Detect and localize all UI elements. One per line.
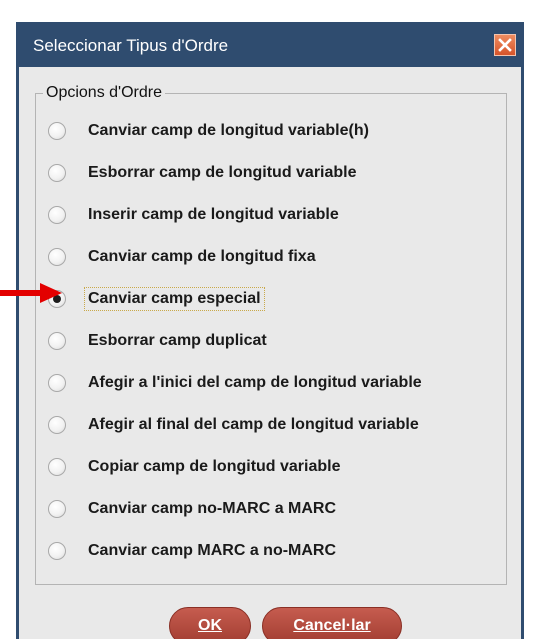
option-insert-variable-field[interactable]: Inserir camp de longitud variable [48, 200, 343, 230]
radio-button[interactable] [48, 542, 66, 560]
group-legend: Opcions d'Ordre [43, 83, 165, 103]
dialog-title: Seleccionar Tipus d'Ordre [33, 36, 229, 55]
option-label: Esborrar camp duplicat [88, 332, 267, 349]
radio-button[interactable] [48, 248, 66, 266]
option-append-variable-field[interactable]: Afegir al final del camp de longitud var… [48, 410, 423, 440]
ok-button[interactable]: OK [169, 607, 251, 639]
radio-button[interactable] [48, 332, 66, 350]
order-type-dialog: Seleccionar Tipus d'Ordre Opcions d'Ordr… [16, 22, 524, 639]
option-label: Canviar camp no-MARC a MARC [88, 500, 337, 517]
option-label: Canviar camp MARC a no-MARC [88, 542, 337, 559]
option-prepend-variable-field[interactable]: Afegir a l'inici del camp de longitud va… [48, 368, 426, 398]
title-bar: Seleccionar Tipus d'Ordre [19, 25, 521, 67]
radio-button[interactable] [48, 122, 66, 140]
option-label: Afegir al final del camp de longitud var… [88, 416, 419, 433]
red-arrow-icon [0, 283, 62, 303]
option-change-special-field[interactable]: Canviar camp especial [48, 284, 265, 314]
option-nonmarc-to-marc[interactable]: Canviar camp no-MARC a MARC [48, 494, 340, 524]
radio-button[interactable] [48, 206, 66, 224]
radio-button[interactable] [48, 164, 66, 182]
option-label: Inserir camp de longitud variable [88, 206, 339, 223]
close-button[interactable] [494, 34, 516, 56]
option-delete-duplicate-field[interactable]: Esborrar camp duplicat [48, 326, 271, 356]
screen: Seleccionar Tipus d'Ordre Opcions d'Ordr… [0, 0, 542, 639]
option-change-variable-field[interactable]: Canviar camp de longitud variable(h) [48, 116, 373, 146]
option-label: Canviar camp de longitud fixa [88, 248, 316, 265]
radio-button[interactable] [48, 500, 66, 518]
option-label: Canviar camp de longitud variable(h) [88, 122, 369, 139]
radio-button[interactable] [48, 374, 66, 392]
cancel-button[interactable]: Cancel·lar [262, 607, 402, 639]
option-label: Afegir a l'inici del camp de longitud va… [88, 374, 422, 391]
radio-button[interactable] [48, 458, 66, 476]
radio-button[interactable] [48, 416, 66, 434]
option-label: Canviar camp especial [84, 287, 265, 311]
option-copy-variable-field[interactable]: Copiar camp de longitud variable [48, 452, 345, 482]
option-label: Copiar camp de longitud variable [88, 458, 341, 475]
option-change-fixed-field[interactable]: Canviar camp de longitud fixa [48, 242, 320, 272]
option-delete-variable-field[interactable]: Esborrar camp de longitud variable [48, 158, 361, 188]
close-icon [498, 38, 512, 52]
option-marc-to-nonmarc[interactable]: Canviar camp MARC a no-MARC [48, 536, 340, 566]
order-options-group: Opcions d'Ordre Canviar camp de longitud… [35, 83, 507, 585]
option-label: Esborrar camp de longitud variable [88, 164, 357, 181]
